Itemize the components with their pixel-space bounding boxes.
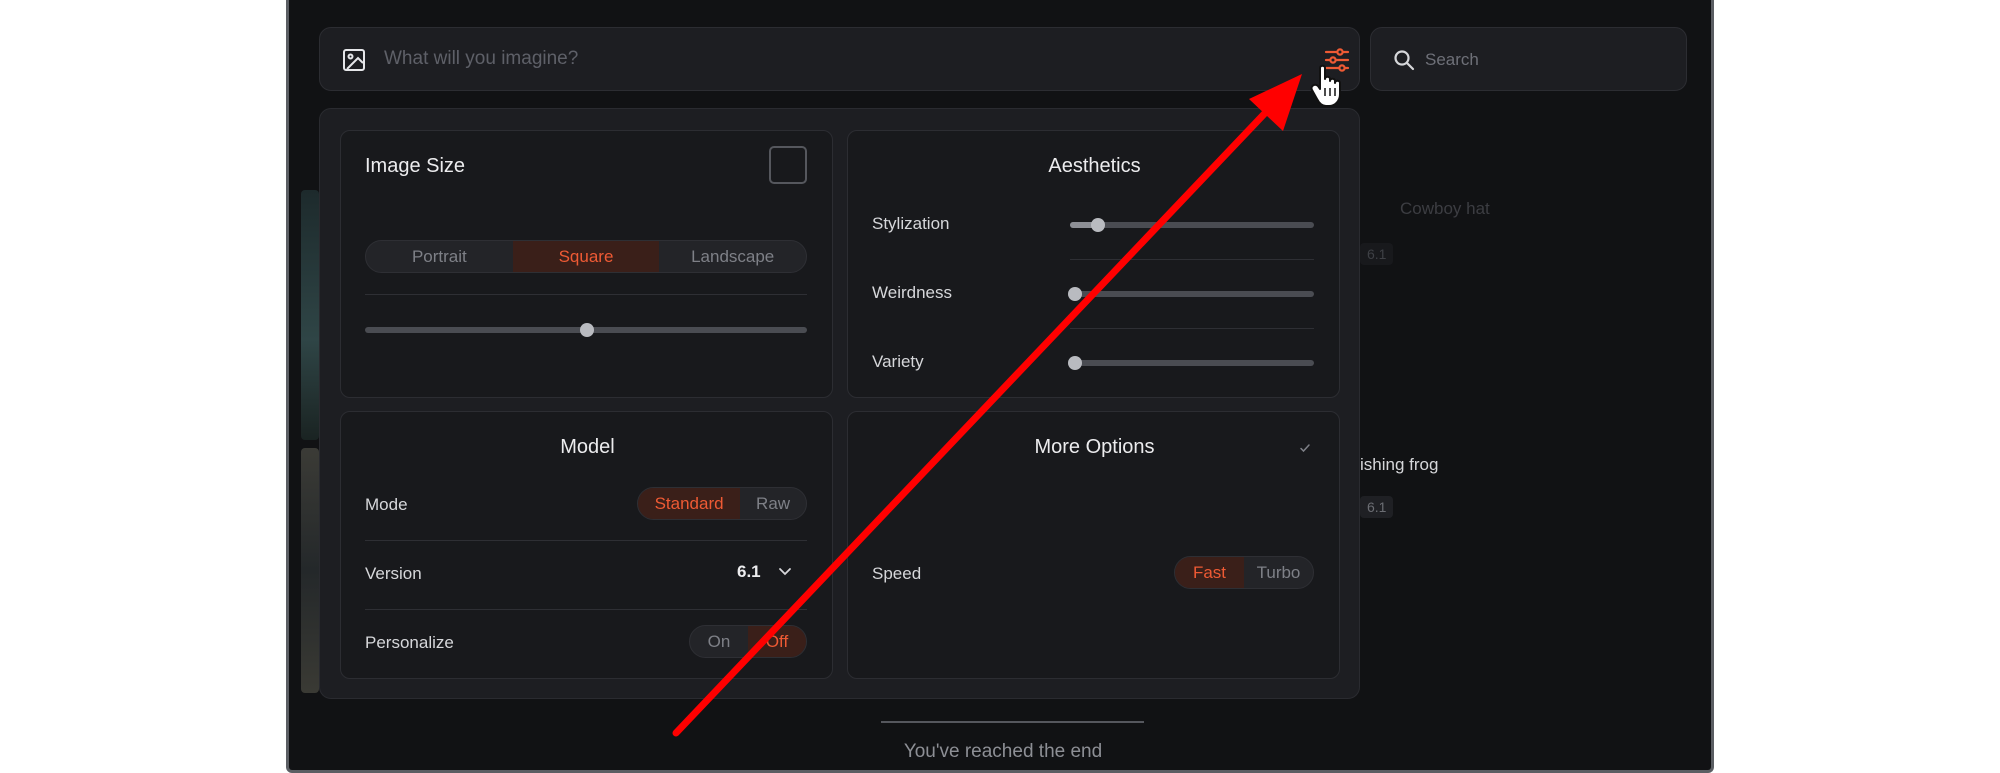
personalize-toggle[interactable]: On Off <box>689 625 807 658</box>
mode-raw[interactable]: Raw <box>740 488 806 519</box>
chevron-down-icon[interactable] <box>777 563 793 579</box>
divider <box>365 609 807 610</box>
mode-label: Mode <box>365 495 408 514</box>
option-landscape[interactable]: Landscape <box>659 241 806 272</box>
search-bar[interactable]: Search <box>1370 27 1687 91</box>
aesthetics-card: Aesthetics Stylization Weirdness Variety <box>847 130 1340 398</box>
settings-sliders-icon[interactable] <box>1323 46 1351 74</box>
model-card: Model Mode Standard Raw Version 6.1 Pers… <box>340 411 833 679</box>
speed-selector[interactable]: Fast Turbo <box>1174 556 1314 589</box>
personalize-off[interactable]: Off <box>748 626 806 657</box>
variety-label: Variety <box>872 352 924 371</box>
feed-item-title[interactable]: ishing frog <box>1360 455 1438 475</box>
speed-label: Speed <box>872 564 922 583</box>
version-label: Version <box>365 564 422 583</box>
end-divider <box>881 721 1144 723</box>
personalize-label: Personalize <box>365 633 454 652</box>
divider <box>1070 259 1314 260</box>
aspect-ratio-slider-thumb[interactable] <box>580 323 594 337</box>
prompt-input[interactable]: What will you imagine? <box>384 48 578 70</box>
more-options-card: More Options Speed Fast Turbo <box>847 411 1340 679</box>
feed-thumbnail[interactable] <box>301 190 319 440</box>
feed-version-badge: 6.1 <box>1360 243 1394 265</box>
personalize-on[interactable]: On <box>690 626 748 657</box>
weirdness-slider-thumb[interactable] <box>1068 287 1082 301</box>
weirdness-label: Weirdness <box>872 283 952 302</box>
option-portrait[interactable]: Portrait <box>366 241 513 272</box>
divider <box>365 294 807 295</box>
feed-version-badge: 6.1 <box>1360 496 1394 518</box>
aspect-ratio-toggle[interactable] <box>769 146 807 184</box>
variety-slider[interactable] <box>1070 360 1314 366</box>
version-value[interactable]: 6.1 <box>737 562 761 582</box>
model-title: Model <box>560 436 615 458</box>
aesthetics-title: Aesthetics <box>1048 155 1141 177</box>
settings-panel: Image Size Portrait Square Landscape Aes… <box>319 108 1360 699</box>
prompt-bar[interactable]: What will you imagine? <box>319 27 1360 91</box>
image-size-card: Image Size Portrait Square Landscape <box>340 130 833 398</box>
divider <box>1070 328 1314 329</box>
image-size-selector[interactable]: Portrait Square Landscape <box>365 240 807 273</box>
option-square[interactable]: Square <box>512 241 660 272</box>
stylization-slider[interactable] <box>1070 222 1314 228</box>
image-icon[interactable] <box>342 48 366 72</box>
speed-turbo[interactable]: Turbo <box>1244 557 1313 588</box>
weirdness-slider[interactable] <box>1070 291 1314 297</box>
variety-slider-thumb[interactable] <box>1068 356 1082 370</box>
stylization-label: Stylization <box>872 214 950 233</box>
end-of-feed-text: You've reached the end <box>903 741 1103 762</box>
mode-selector[interactable]: Standard Raw <box>637 487 807 520</box>
stylization-slider-thumb[interactable] <box>1091 218 1105 232</box>
mode-standard[interactable]: Standard <box>638 488 741 519</box>
feed-thumbnail[interactable] <box>301 448 319 693</box>
speed-fast[interactable]: Fast <box>1175 557 1244 588</box>
more-options-title: More Options <box>1034 436 1155 458</box>
image-size-title: Image Size <box>365 155 466 177</box>
search-input[interactable]: Search <box>1425 50 1479 70</box>
check-icon[interactable] <box>1299 442 1311 454</box>
search-icon <box>1394 50 1415 71</box>
app-window: Cowboy hat 6.1 ishing frog 6.1 What will… <box>286 0 1714 773</box>
feed-item-title[interactable]: Cowboy hat <box>1400 199 1490 219</box>
divider <box>365 540 807 541</box>
